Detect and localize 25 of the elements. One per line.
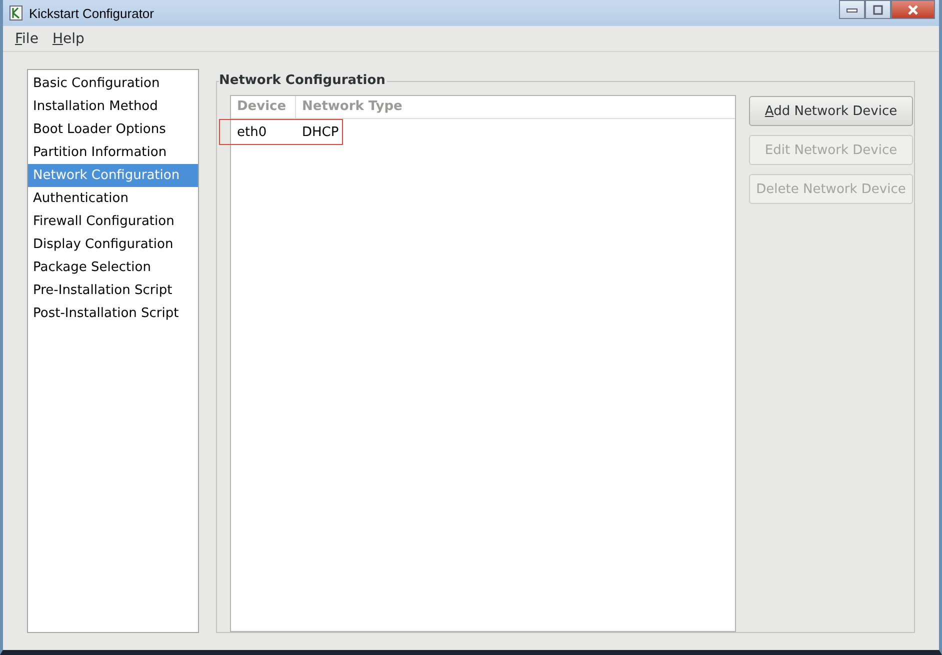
- close-button[interactable]: [891, 0, 935, 19]
- sidebar-item[interactable]: Package Selection: [28, 256, 198, 279]
- section-title: Network Configuration: [219, 73, 388, 89]
- table-cell: DHCP: [302, 124, 339, 140]
- table-cell-text: eth0: [237, 124, 268, 140]
- action-button[interactable]: Add Network Device: [749, 96, 913, 126]
- sidebar-item[interactable]: Pre-Installation Script: [28, 279, 198, 302]
- sidebar-item[interactable]: Firewall Configuration: [28, 210, 198, 233]
- app-icon: [9, 5, 23, 21]
- minimize-icon: [846, 6, 858, 12]
- sidebar-item[interactable]: Installation Method: [28, 95, 198, 118]
- menu-item[interactable]: Help: [52, 30, 84, 46]
- menu-item[interactable]: File: [15, 30, 38, 46]
- sidebar-item[interactable]: Partition Information: [28, 141, 198, 164]
- window-title: Kickstart Configurator: [29, 6, 155, 20]
- sidebar-item[interactable]: Post-Installation Script: [28, 302, 198, 325]
- sidebar-item[interactable]: Authentication: [28, 187, 198, 210]
- maximize-icon: [872, 4, 884, 14]
- minimize-button[interactable]: [839, 0, 865, 19]
- sidebar-item[interactable]: Display Configuration: [28, 233, 198, 256]
- close-icon: [906, 4, 920, 14]
- maximize-button[interactable]: [865, 0, 891, 19]
- table-row[interactable]: eth0 DHCP: [219, 119, 343, 145]
- sidebar-item[interactable]: Basic Configuration: [28, 72, 198, 95]
- sidebar-item[interactable]: Boot Loader Options: [28, 118, 198, 141]
